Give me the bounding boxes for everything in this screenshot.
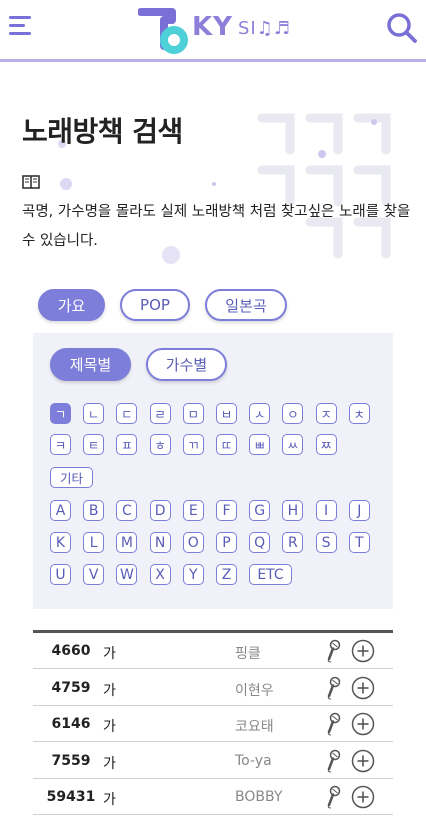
index-key[interactable]: ㅋ [50, 434, 71, 455]
page-title: 노래방책 검색 [22, 115, 183, 148]
index-key[interactable]: ㅆ [282, 434, 304, 455]
index-key[interactable]: I [315, 500, 337, 521]
index-key[interactable]: W [116, 564, 138, 585]
table-row[interactable]: 6146 가 코요태 [33, 706, 393, 743]
song-artist: 코요태 [235, 719, 274, 736]
index-key[interactable]: ㄱ [50, 403, 71, 424]
tab-pop[interactable]: POP [120, 289, 190, 321]
index-key[interactable]: F [216, 500, 237, 521]
index-key[interactable]: ㅈ [315, 403, 337, 424]
add-circle-icon[interactable] [351, 749, 375, 773]
index-key[interactable]: ㄸ [216, 434, 237, 455]
song-title: 가 [103, 792, 116, 809]
decor-dot [60, 178, 72, 190]
index-key[interactable]: E [182, 500, 204, 521]
song-artist: 이현우 [235, 682, 274, 699]
logo-sing-text: SI♫♬ [238, 18, 292, 39]
index-key[interactable]: Y [182, 564, 204, 585]
index-key[interactable]: U [50, 564, 71, 585]
index-key[interactable]: M [116, 532, 138, 553]
logo-mark-icon [138, 8, 188, 54]
index-key[interactable]: ㅁ [182, 403, 204, 424]
table-row[interactable]: 4660 가 핑클 [33, 633, 393, 669]
ky-sing-logo[interactable]: KY SI♫♬ [138, 6, 292, 56]
add-circle-icon[interactable] [351, 785, 375, 809]
song-number: 59431 [46, 789, 96, 806]
index-key[interactable]: ㄴ [83, 403, 105, 424]
add-circle-icon[interactable] [351, 712, 375, 736]
index-key[interactable]: J [348, 500, 370, 521]
song-number: 7559 [51, 752, 91, 769]
decor-dot [212, 182, 216, 186]
index-key[interactable]: V [83, 564, 105, 585]
index-key[interactable]: ㅂ [216, 403, 237, 424]
index-key[interactable]: ㅎ [149, 434, 171, 455]
index-key[interactable]: D [149, 500, 171, 521]
tab-by-title[interactable]: 제목별 [50, 348, 131, 381]
menu-icon[interactable] [9, 14, 35, 40]
song-artist: 핑클 [235, 646, 261, 662]
table-row[interactable]: 59431 가 BOBBY [33, 779, 393, 816]
song-artist: To-ya [235, 752, 272, 769]
index-key[interactable]: K [50, 532, 71, 553]
index-key[interactable]: S [315, 532, 337, 553]
index-key[interactable]: L [83, 532, 105, 553]
tab-japanese[interactable]: 일본곡 [205, 289, 287, 321]
microphone-icon[interactable] [323, 749, 343, 773]
app-header: KY SI♫♬ [0, 0, 426, 60]
index-key[interactable]: N [149, 532, 171, 553]
page-description: 곡명, 가수명을 몰라도 실제 노래방책 처럼 찾고싶은 노래를 찾을수 있습니… [22, 204, 411, 249]
index-key[interactable]: ㅅ [249, 403, 271, 424]
microphone-icon[interactable] [323, 676, 343, 700]
index-key[interactable]: R [282, 532, 304, 553]
add-circle-icon[interactable] [351, 676, 375, 700]
index-key[interactable]: H [282, 500, 304, 521]
song-number: 4660 [51, 643, 91, 659]
index-key[interactable]: ㄲ [182, 434, 204, 455]
index-key[interactable]: X [149, 564, 171, 585]
index-key[interactable]: ㅊ [348, 403, 370, 424]
index-key[interactable]: T [348, 532, 370, 553]
index-key[interactable]: O [182, 532, 204, 553]
tab-by-artist[interactable]: 가수별 [146, 348, 227, 381]
index-key[interactable]: ㄹ [149, 403, 171, 424]
song-title: 가 [103, 646, 116, 662]
index-key[interactable]: ㅍ [116, 434, 138, 455]
index-key[interactable]: 기타 [50, 467, 93, 488]
tab-kpop[interactable]: 가요 [38, 289, 105, 321]
book-icon [22, 175, 40, 189]
song-number: 6146 [51, 716, 91, 733]
song-title: 가 [103, 755, 116, 772]
index-key[interactable]: Z [216, 564, 237, 585]
index-key[interactable]: ㅃ [249, 434, 271, 455]
microphone-icon[interactable] [323, 639, 343, 663]
microphone-icon[interactable] [323, 712, 343, 736]
index-key[interactable]: ㅌ [83, 434, 105, 455]
index-key[interactable]: G [249, 500, 271, 521]
index-key[interactable]: P [216, 532, 237, 553]
index-key[interactable]: ㄷ [116, 403, 138, 424]
song-title: 가 [103, 682, 116, 699]
index-key[interactable]: ㅉ [315, 434, 337, 455]
table-row[interactable]: 4759 가 이현우 [33, 670, 393, 706]
microphone-icon[interactable] [323, 785, 343, 809]
index-key[interactable]: B [83, 500, 105, 521]
add-circle-icon[interactable] [351, 639, 375, 663]
index-key[interactable]: C [116, 500, 138, 521]
song-number: 4759 [51, 679, 91, 696]
index-key[interactable]: ㅇ [282, 403, 304, 424]
song-title: 가 [103, 719, 116, 736]
table-row[interactable]: 7559 가 To-ya [33, 743, 393, 779]
index-key[interactable]: A [50, 500, 71, 521]
logo-ky-text: KY [192, 12, 233, 42]
search-icon[interactable] [386, 12, 418, 44]
song-artist: BOBBY [235, 789, 283, 806]
header-divider [0, 59, 426, 62]
index-key[interactable]: ETC [249, 564, 292, 585]
index-key[interactable]: Q [249, 532, 271, 553]
